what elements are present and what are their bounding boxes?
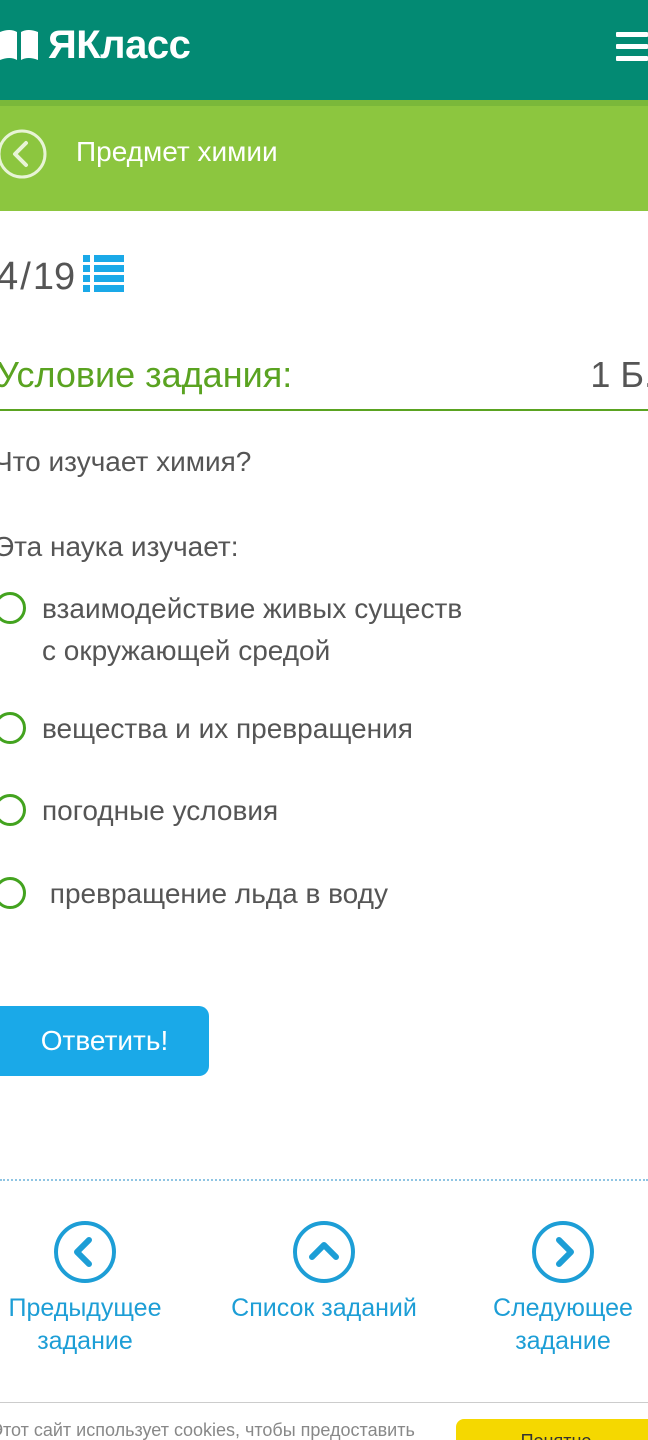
logo[interactable]: ЯКласс (0, 22, 191, 68)
section-divider (0, 1179, 648, 1181)
task-counter: 4 / 19 (0, 254, 75, 299)
chevron-left-circle-icon (54, 1221, 116, 1283)
chevron-right-circle-icon (532, 1221, 594, 1283)
menu-button[interactable] (616, 30, 648, 62)
top-bar: ЯКласс (0, 0, 648, 100)
answer-option-1[interactable]: взаимодействие живых существ с окружающе… (0, 588, 640, 672)
next-task-label: Следующее (493, 1294, 633, 1322)
option-label-line2: с окружающей средой (42, 635, 331, 666)
option-label: превращение льда в воду (42, 878, 388, 909)
subject-title: Предмет химии (76, 136, 278, 167)
condition-divider (0, 409, 648, 411)
chevron-up-circle-icon (293, 1221, 355, 1283)
task-list-label: Список заданий (231, 1294, 417, 1322)
radio-button[interactable] (0, 794, 26, 826)
option-label: вещества и их превращения (42, 713, 413, 744)
cookie-notice-text: Этот сайт использует cookies, чтобы пред… (0, 1420, 415, 1440)
cookie-divider (0, 1402, 648, 1403)
hamburger-icon (616, 32, 648, 37)
condition-points: 1 Б. (590, 354, 648, 395)
chevron-left-circle-icon[interactable] (0, 128, 48, 180)
radio-button[interactable] (0, 712, 26, 744)
task-list-link[interactable]: Список заданий (224, 1220, 424, 1325)
radio-button[interactable] (0, 592, 26, 624)
answer-button[interactable]: Ответить! (0, 1006, 209, 1076)
cookie-accept-button[interactable]: Понятно (456, 1419, 648, 1440)
logo-text: ЯКласс (48, 22, 191, 67)
task-current: 4 (0, 254, 19, 298)
prev-task-link[interactable]: Предыдущее задание (0, 1220, 170, 1358)
task-total: 19 (32, 256, 76, 298)
answer-option-4[interactable]: превращение льда в воду (0, 873, 640, 915)
question-lead: Эта наука изучает: (0, 531, 239, 562)
next-task-label-line2: задание (515, 1327, 611, 1355)
answer-option-2[interactable]: вещества и их превращения (0, 708, 640, 750)
question-text: Что изучает химия? (0, 446, 252, 477)
radio-button[interactable] (0, 877, 26, 909)
condition-title: Условие задания: (0, 354, 293, 395)
next-task-link[interactable]: Следующее задание (478, 1220, 648, 1358)
prev-task-label-line2: задание (37, 1327, 133, 1355)
list-icon[interactable] (83, 254, 125, 292)
option-label: взаимодействие живых существ (42, 593, 463, 624)
prev-task-label: Предыдущее (8, 1294, 162, 1322)
subject-bar: Предмет химии (0, 100, 648, 211)
answer-option-3[interactable]: погодные условия (0, 790, 640, 832)
option-label: погодные условия (42, 795, 279, 826)
book-icon (0, 30, 38, 60)
task-separator: / (20, 256, 31, 298)
